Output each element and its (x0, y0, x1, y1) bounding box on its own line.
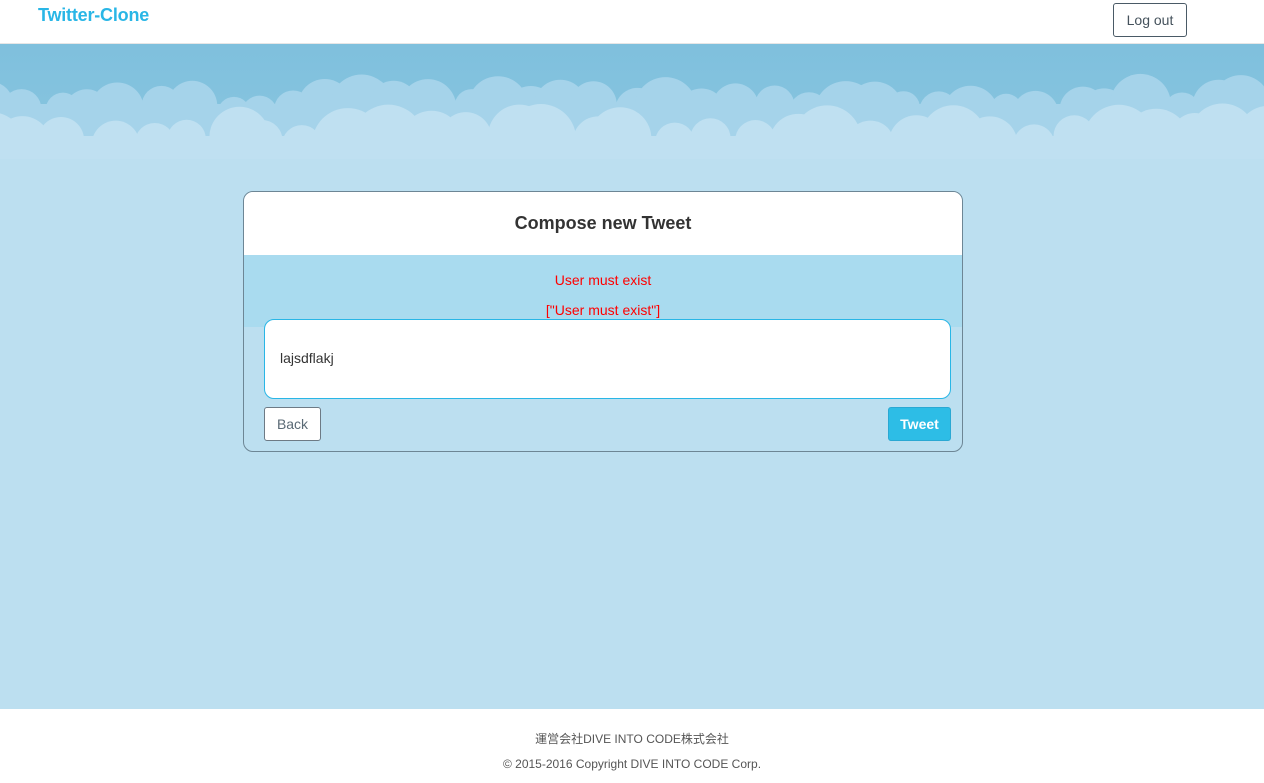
compose-tweet-card: Compose new Tweet User must exist ["User… (243, 191, 963, 452)
compose-title: Compose new Tweet (514, 213, 692, 233)
footer-copyright: © 2015-2016 Copyright DIVE INTO CODE Cor… (502, 757, 762, 771)
logout-button[interactable]: Log out (1113, 3, 1187, 37)
footer: 運営会社DIVE INTO CODE株式会社 © 2015-2016 Copyr… (0, 709, 1264, 783)
back-button[interactable]: Back (264, 407, 321, 441)
error-message-array: ["User must exist"] (545, 302, 661, 318)
tweet-submit-button[interactable]: Tweet (888, 407, 951, 441)
navbar: Twitter-Clone Log out (0, 0, 1264, 44)
card-header: Compose new Tweet (244, 192, 962, 255)
error-message: User must exist (554, 272, 652, 288)
tweet-content-input[interactable]: lajsdflakj (264, 319, 951, 399)
footer-company: 運営会社DIVE INTO CODE株式会社 (535, 732, 729, 746)
brand-link[interactable]: Twitter-Clone (38, 5, 149, 26)
